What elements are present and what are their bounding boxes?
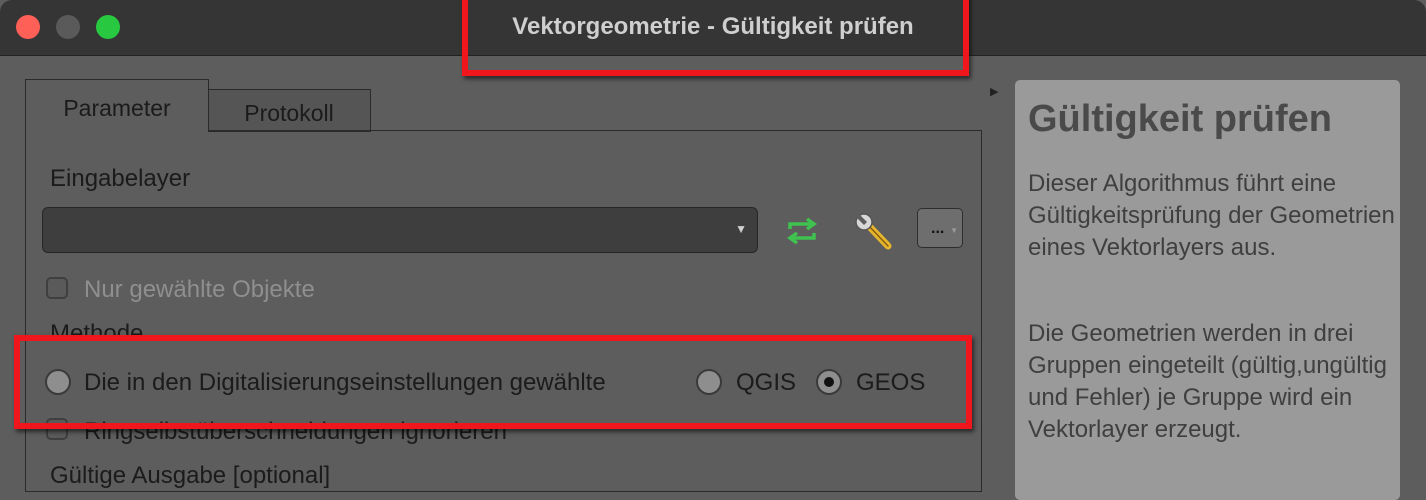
selected-only-checkbox[interactable] bbox=[46, 277, 68, 299]
input-layer-label: Eingabelayer bbox=[50, 165, 191, 192]
tab-parameter[interactable]: Parameter bbox=[25, 79, 209, 132]
small-chevron-down-icon: ▼ bbox=[950, 226, 958, 235]
tab-parameter-label: Parameter bbox=[63, 95, 171, 121]
more-options-label: ... bbox=[931, 220, 945, 237]
input-layer-combobox[interactable]: ▼ bbox=[42, 207, 758, 253]
iterate-button[interactable] bbox=[783, 216, 821, 251]
help-title: Gültigkeit prüfen bbox=[1028, 98, 1332, 140]
valid-output-label: Gültige Ausgabe [optional] bbox=[50, 462, 331, 489]
chevron-down-icon: ▼ bbox=[735, 222, 747, 236]
advanced-options-button[interactable] bbox=[853, 212, 895, 257]
help-paragraph-1: Dieser Algorithmus führt eine Gültigkeit… bbox=[1028, 170, 1395, 261]
help-paragraph-2: Die Geometrien werden in drei Gruppen ei… bbox=[1028, 320, 1387, 443]
tab-protokoll[interactable]: Protokoll bbox=[207, 89, 371, 132]
selected-only-label: Nur gewählte Objekte bbox=[84, 276, 315, 303]
tab-protokoll-label: Protokoll bbox=[244, 100, 334, 126]
more-options-button[interactable]: ... ▼ bbox=[917, 208, 963, 248]
refresh-icon bbox=[786, 217, 818, 245]
method-highlight-box bbox=[14, 335, 972, 429]
wrench-icon bbox=[855, 213, 892, 250]
collapse-arrow-icon[interactable]: ▶ bbox=[990, 85, 998, 98]
title-highlight-box bbox=[462, 0, 969, 76]
help-panel: Gültigkeit prüfen Dieser Algorithmus füh… bbox=[1015, 80, 1400, 500]
